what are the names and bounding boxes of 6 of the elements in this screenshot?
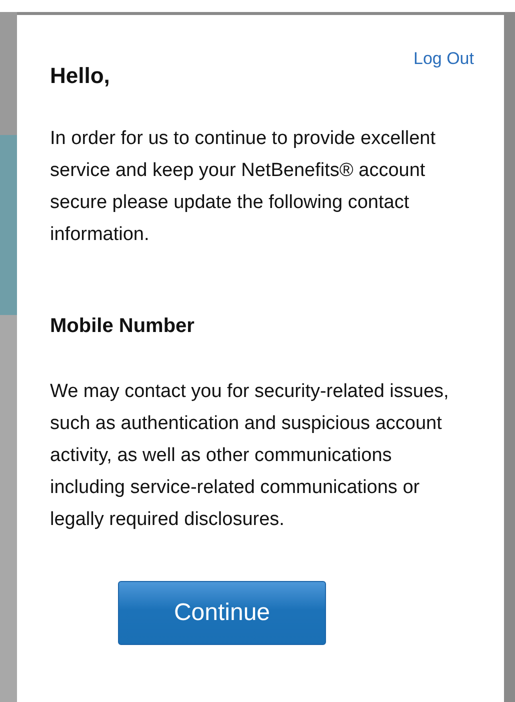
greeting-heading: Hello, [50, 63, 110, 89]
section-paragraph: We may contact you for security-related issues, such as authentication and suspicious account activity, as well as other communications including service-related communications or legally required disclosures. [50, 380, 450, 532]
continue-button[interactable]: Continue [118, 581, 326, 645]
section-heading: Mobile Number [50, 315, 196, 338]
intro-paragraph: In order for us to continue to provide excellent service and keep your NetBenefits® account secure please update the following contact information. [50, 127, 437, 247]
log-out-link[interactable]: Log Out [414, 49, 474, 69]
